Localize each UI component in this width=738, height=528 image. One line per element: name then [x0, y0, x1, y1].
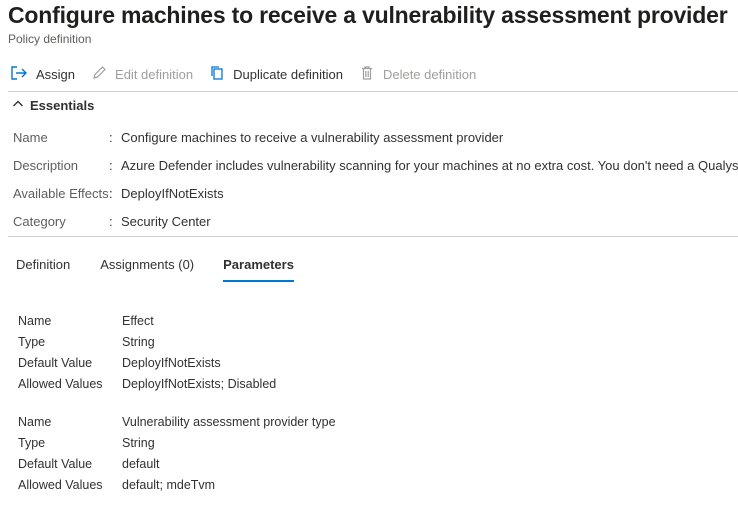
delete-definition-button[interactable]: Delete definition: [359, 62, 476, 86]
param-value: DeployIfNotExists: [122, 356, 221, 370]
param-row: Default Value default: [18, 457, 160, 475]
essentials-row-category: Category : Security Center: [13, 214, 211, 232]
essentials-value-description: Azure Defender includes vulnerability sc…: [121, 158, 738, 173]
param-value: Effect: [122, 314, 154, 328]
param-row: Name Effect: [18, 314, 154, 332]
page-subtitle: Policy definition: [8, 32, 92, 46]
param-value: Vulnerability assessment provider type: [122, 415, 336, 429]
param-row: Type String: [18, 335, 155, 353]
essentials-value-category: Security Center: [121, 214, 211, 229]
essentials-label: Essentials: [30, 98, 95, 113]
param-value: DeployIfNotExists; Disabled: [122, 377, 277, 391]
tab-definition[interactable]: Definition: [16, 256, 70, 284]
pencil-icon: [91, 65, 115, 84]
param-row: Allowed Values default; mdeTvm: [18, 478, 215, 496]
assign-icon: [10, 65, 36, 84]
essentials-row-effects: Available Effects : DeployIfNotExists: [13, 186, 224, 204]
duplicate-definition-button[interactable]: Duplicate definition: [209, 62, 343, 86]
param-label: Default Value: [18, 457, 93, 471]
param-value: String: [122, 436, 155, 450]
essentials-row-description: Description : Azure Defender includes vu…: [13, 158, 738, 176]
tab-bar: Definition Assignments (0) Parameters: [16, 256, 322, 284]
essentials-label-effects: Available Effects: [13, 186, 109, 201]
param-row: Name Vulnerability assessment provider t…: [18, 415, 336, 433]
essentials-label-category: Category: [13, 214, 66, 229]
trash-icon: [359, 65, 383, 84]
essentials-separator: :: [109, 130, 113, 145]
edit-definition-label: Edit definition: [115, 66, 194, 82]
param-value: default: [122, 457, 160, 471]
tab-assignments[interactable]: Assignments (0): [100, 256, 194, 284]
param-value: default; mdeTvm: [122, 478, 216, 492]
param-label: Name: [18, 314, 52, 328]
page-title: Configure machines to receive a vulnerab…: [8, 2, 728, 28]
tab-parameters[interactable]: Parameters: [223, 256, 294, 284]
param-row: Default Value DeployIfNotExists: [18, 356, 221, 374]
param-row: Allowed Values DeployIfNotExists; Disabl…: [18, 377, 276, 395]
param-label: Type: [18, 335, 46, 349]
param-label: Allowed Values: [18, 478, 103, 492]
essentials-toggle[interactable]: Essentials: [12, 98, 94, 113]
essentials-label-description: Description: [13, 158, 79, 173]
essentials-value-name: Configure machines to receive a vulnerab…: [121, 130, 504, 145]
essentials-separator: :: [109, 186, 113, 201]
toolbar-divider: [8, 91, 738, 92]
param-label: Default Value: [18, 356, 93, 370]
essentials-value-effects: DeployIfNotExists: [121, 186, 224, 201]
copy-icon: [209, 65, 233, 84]
assign-label: Assign: [36, 66, 76, 82]
param-label: Allowed Values: [18, 377, 103, 391]
command-bar: Assign Edit definition Duplicate definit…: [10, 62, 476, 86]
essentials-separator: :: [109, 158, 113, 173]
essentials-label-name: Name: [13, 130, 48, 145]
chevron-up-icon: [12, 98, 30, 113]
param-value: String: [122, 335, 155, 349]
policy-definition-page: Configure machines to receive a vulnerab…: [0, 0, 738, 528]
assign-button[interactable]: Assign: [10, 62, 75, 86]
param-label: Type: [18, 436, 46, 450]
delete-definition-label: Delete definition: [382, 66, 477, 82]
essentials-divider: [8, 236, 738, 237]
essentials-row-name: Name : Configure machines to receive a v…: [13, 130, 503, 148]
essentials-separator: :: [109, 214, 113, 229]
param-row: Type String: [18, 436, 155, 454]
param-label: Name: [18, 415, 52, 429]
duplicate-definition-label: Duplicate definition: [233, 66, 343, 82]
edit-definition-button[interactable]: Edit definition: [91, 62, 193, 86]
